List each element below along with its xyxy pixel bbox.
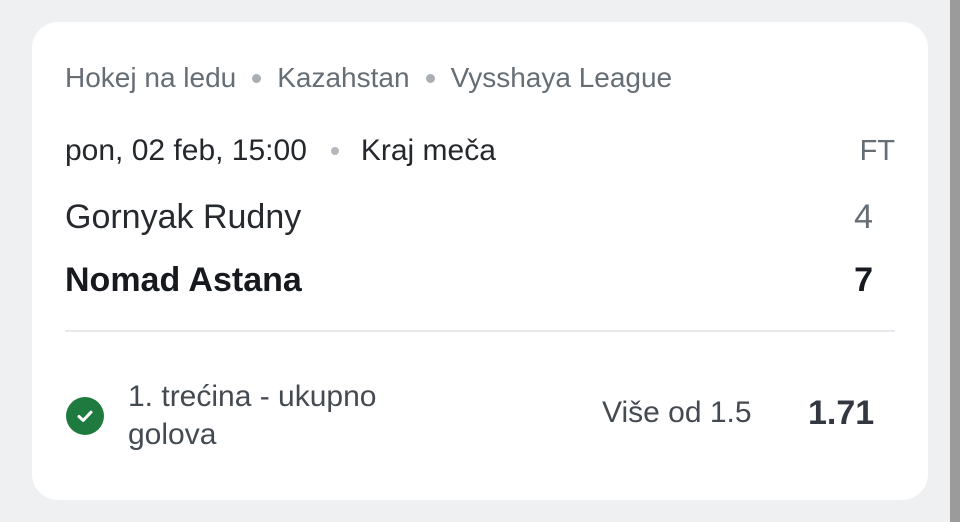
away-team-score: 7 <box>854 260 873 299</box>
home-team-row: Gornyak Rudny 4 <box>65 197 873 237</box>
away-team-row: Nomad Astana 7 <box>65 260 873 300</box>
bet-market: 1. trećina - ukupno golova <box>128 380 377 451</box>
separator-dot <box>425 73 435 83</box>
bet-odds: 1.71 <box>808 394 875 432</box>
breadcrumb-league[interactable]: Vysshaya League <box>451 62 673 94</box>
separator-dot <box>330 147 339 155</box>
check-circle-icon <box>66 397 104 435</box>
away-team-name: Nomad Astana <box>65 260 302 299</box>
bet-pick: Više od 1.5 <box>602 396 752 429</box>
breadcrumb-sport[interactable]: Hokej na ledu <box>65 62 236 94</box>
match-status-short: FT <box>859 134 895 167</box>
separator-dot <box>252 73 262 83</box>
divider <box>65 330 895 332</box>
match-meta-row: pon, 02 feb, 15:00 Kraj meča FT <box>65 132 895 170</box>
breadcrumb-country[interactable]: Kazahstan <box>277 62 409 94</box>
home-team-name: Gornyak Rudny <box>65 197 302 236</box>
match-status-text: Kraj meča <box>360 134 496 167</box>
match-datetime: pon, 02 feb, 15:00 <box>65 134 307 167</box>
home-team-score: 4 <box>854 197 873 236</box>
check-mark-icon <box>77 410 93 422</box>
match-bet-card[interactable]: Hokej na ledu Kazahstan Vysshaya League … <box>32 22 928 500</box>
breadcrumb: Hokej na ledu Kazahstan Vysshaya League <box>65 60 672 96</box>
scrollbar-edge <box>950 0 960 522</box>
